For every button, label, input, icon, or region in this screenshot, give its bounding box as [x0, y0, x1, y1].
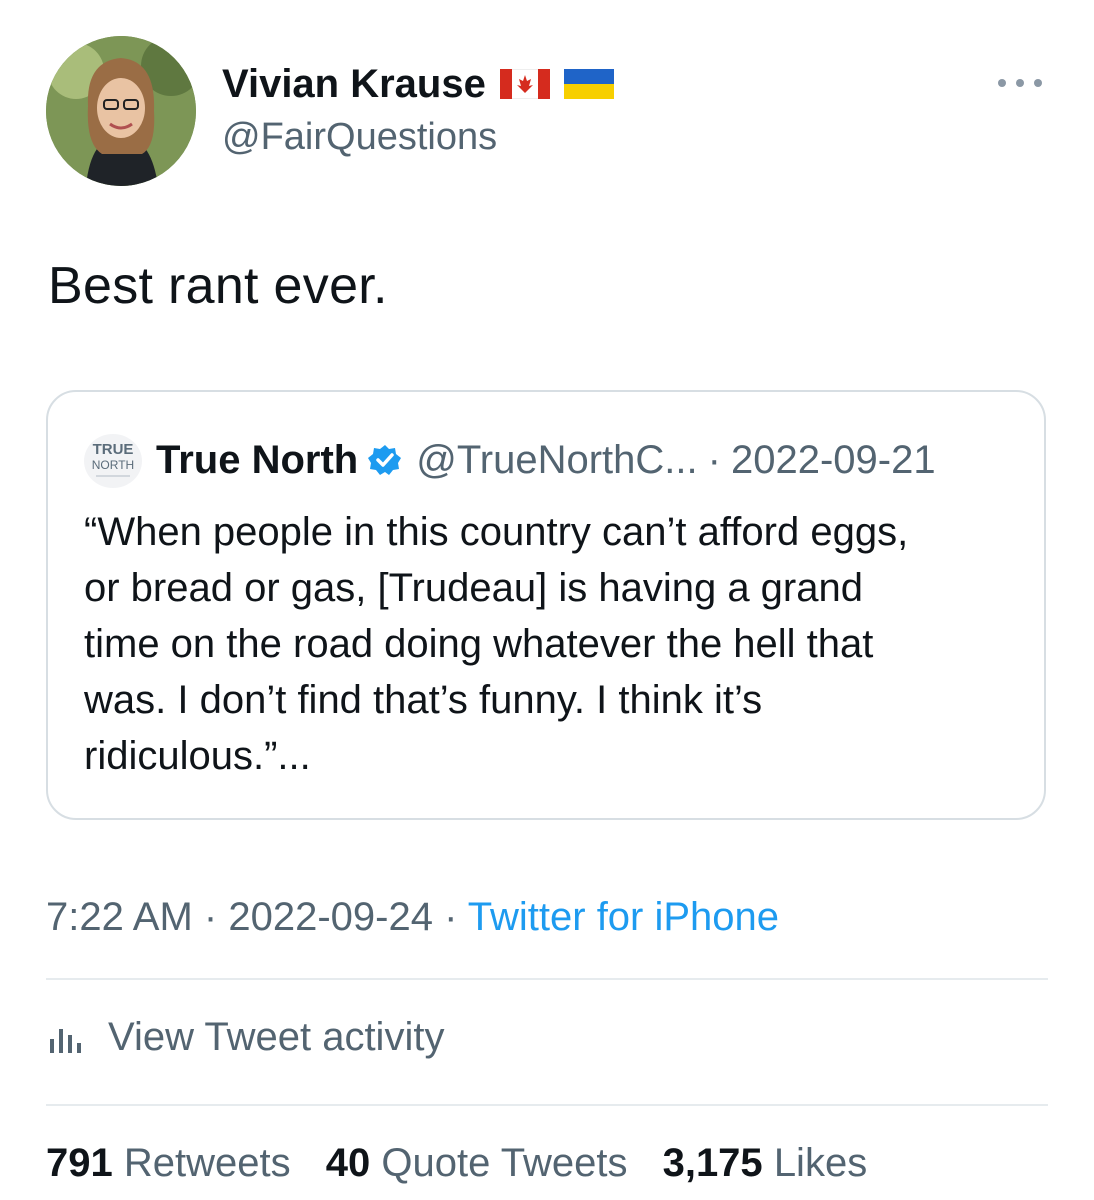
tweet-time: 7:22 AM: [46, 895, 193, 939]
separator-dot: ·: [707, 438, 721, 482]
engagement-stats: 791 Retweets 40 Quote Tweets 3,175 Likes: [46, 1138, 891, 1188]
canada-flag-icon: [499, 69, 550, 99]
view-tweet-activity-label: View Tweet activity: [108, 1015, 445, 1059]
quoted-tweet-text: “When people in this country can’t affor…: [84, 510, 909, 778]
quoted-tweet-date: 2022-09-21: [730, 438, 936, 482]
avatar[interactable]: [46, 36, 196, 186]
tweet-meta: 7:22 AM · 2022-09-24 · Twitter for iPhon…: [46, 892, 779, 942]
true-north-logo[interactable]: TRUE NORTH: [84, 434, 142, 488]
likes-label: Likes: [773, 1141, 868, 1185]
retweets-count: 791: [46, 1141, 113, 1185]
author-name-row[interactable]: Vivian Krause: [222, 58, 614, 110]
retweets-stat[interactable]: 791 Retweets: [46, 1141, 291, 1185]
separator-dot: ·: [444, 895, 468, 939]
view-tweet-activity-button[interactable]: View Tweet activity: [46, 1010, 444, 1064]
verified-badge-icon: [368, 445, 402, 475]
author-name[interactable]: Vivian Krause: [222, 58, 486, 110]
quoted-author-handle: @TrueNorthC...: [416, 438, 698, 482]
likes-count: 3,175: [662, 1141, 763, 1185]
tweet-source-link[interactable]: Twitter for iPhone: [468, 895, 779, 939]
ukraine-flag-icon: [563, 69, 614, 99]
more-options-icon[interactable]: [998, 72, 1042, 92]
quoted-author-name: True North: [156, 438, 359, 482]
divider: [46, 1104, 1048, 1106]
quoted-tweet-header: True North @TrueNorthC... · 2022-09-21: [156, 436, 936, 484]
quote-tweets-label: Quote Tweets: [381, 1141, 628, 1185]
divider: [46, 978, 1048, 980]
svg-text:TRUE: TRUE: [93, 441, 134, 458]
retweets-label: Retweets: [123, 1141, 291, 1185]
svg-text:NORTH: NORTH: [92, 458, 134, 472]
tweet-text: Best rant ever.: [48, 257, 388, 315]
separator-dot: ·: [203, 895, 229, 939]
likes-stat[interactable]: 3,175 Likes: [663, 1141, 868, 1185]
quote-tweets-count: 40: [325, 1141, 371, 1185]
quote-tweets-stat[interactable]: 40 Quote Tweets: [326, 1141, 628, 1185]
tweet-date: 2022-09-24: [228, 895, 433, 939]
author-handle[interactable]: @FairQuestions: [222, 112, 497, 162]
bar-chart-icon: [50, 1029, 81, 1053]
